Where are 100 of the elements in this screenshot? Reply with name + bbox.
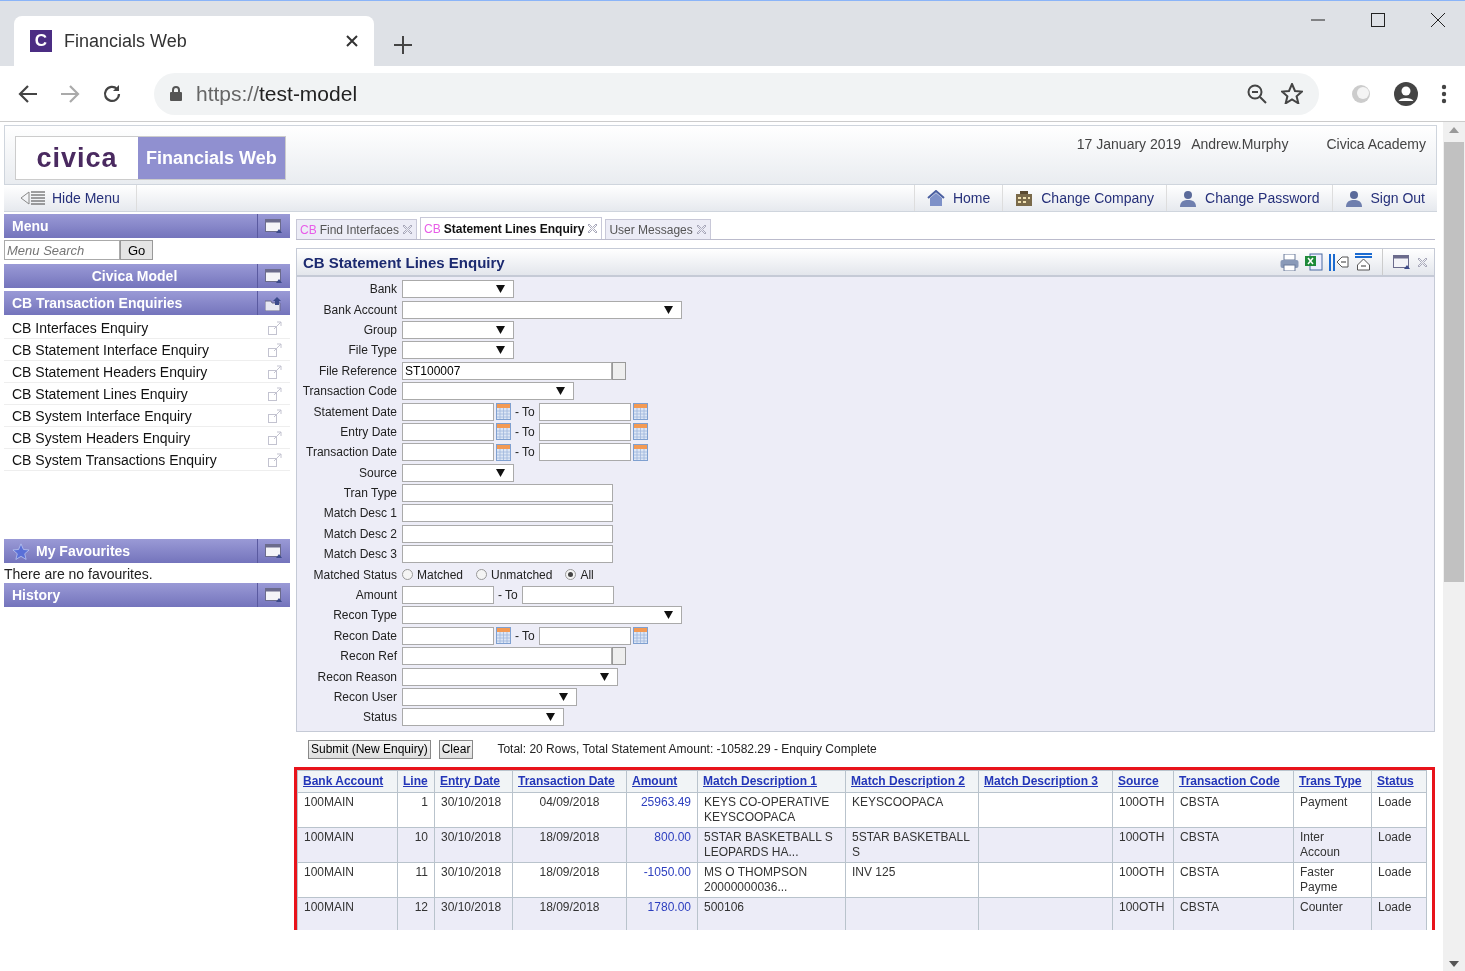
plus-icon[interactable] bbox=[394, 36, 412, 54]
text-field[interactable] bbox=[402, 524, 613, 543]
address-bar[interactable]: https://test-model bbox=[154, 72, 1319, 115]
menu-header: Menu bbox=[4, 214, 290, 238]
back-icon[interactable] bbox=[18, 84, 38, 103]
dropdown[interactable] bbox=[402, 300, 682, 319]
maximize-icon[interactable] bbox=[1371, 13, 1385, 27]
text-field[interactable] bbox=[402, 504, 613, 523]
radio-option[interactable]: Unmatched bbox=[476, 567, 553, 582]
text-field[interactable] bbox=[402, 545, 613, 564]
dropdown[interactable] bbox=[402, 667, 618, 686]
date-field[interactable] bbox=[402, 402, 494, 421]
calendar-icon[interactable] bbox=[632, 627, 648, 645]
nav-link[interactable]: Home bbox=[913, 185, 1003, 211]
hide-menu-button[interactable]: Hide Menu bbox=[4, 185, 137, 211]
reload-icon[interactable] bbox=[102, 83, 122, 104]
range-label: - To bbox=[515, 628, 535, 643]
calendar-icon[interactable] bbox=[496, 627, 511, 645]
text-field[interactable] bbox=[402, 647, 612, 666]
table-cell: 1 bbox=[397, 792, 435, 828]
dropdown-arrow-icon bbox=[496, 346, 505, 355]
clear-button[interactable]: Clear bbox=[438, 739, 474, 759]
table-cell: 100MAIN bbox=[297, 827, 398, 863]
table-cell: -1050.00 bbox=[626, 862, 698, 898]
range-label: - To bbox=[515, 424, 535, 439]
table-cell: Counter bbox=[1293, 897, 1372, 930]
printer-icon[interactable] bbox=[1280, 253, 1299, 271]
tab[interactable]: CB Statement Lines Enquiry bbox=[420, 217, 603, 239]
calendar-icon[interactable] bbox=[632, 443, 648, 461]
window-icon[interactable] bbox=[265, 218, 283, 234]
window-icon[interactable] bbox=[1393, 254, 1411, 270]
spreadsheet-icon[interactable] bbox=[1305, 253, 1323, 271]
calendar-icon[interactable] bbox=[496, 423, 511, 441]
calendar-icon[interactable] bbox=[632, 423, 648, 441]
date-field[interactable] bbox=[538, 402, 631, 421]
external-link-icon[interactable] bbox=[268, 342, 282, 357]
lookup-button[interactable] bbox=[612, 647, 626, 666]
submit-button[interactable]: Submit (New Enquiry) bbox=[308, 739, 431, 759]
dropdown[interactable] bbox=[402, 280, 514, 299]
nav-link[interactable]: Change Password bbox=[1166, 185, 1332, 211]
date-field[interactable] bbox=[402, 626, 494, 645]
date-field[interactable] bbox=[538, 443, 631, 462]
menu-icon[interactable] bbox=[1441, 83, 1447, 104]
radio-option[interactable]: All bbox=[565, 567, 594, 582]
range-label: - To bbox=[515, 404, 535, 419]
calendar-icon[interactable] bbox=[496, 403, 511, 421]
field-label: Entry Date bbox=[339, 424, 397, 439]
zoom-out-icon[interactable] bbox=[1247, 83, 1267, 104]
text-field[interactable]: ST100007 bbox=[402, 361, 612, 380]
table-cell: Loade bbox=[1371, 827, 1427, 863]
close-icon[interactable] bbox=[346, 35, 358, 47]
date-field[interactable] bbox=[538, 626, 631, 645]
dropdown[interactable] bbox=[402, 382, 574, 401]
field-label: Recon User bbox=[332, 690, 397, 704]
forward-icon[interactable] bbox=[60, 84, 80, 103]
dropdown[interactable] bbox=[402, 688, 577, 706]
external-link-icon[interactable] bbox=[268, 452, 282, 467]
dropdown[interactable] bbox=[402, 708, 564, 727]
field-label: Status bbox=[361, 710, 397, 725]
folder-icon[interactable] bbox=[265, 295, 283, 311]
date-field[interactable] bbox=[402, 443, 494, 462]
date-field[interactable] bbox=[402, 422, 494, 441]
window-icon[interactable] bbox=[265, 587, 283, 603]
external-link-icon[interactable] bbox=[268, 364, 282, 379]
dropdown[interactable] bbox=[402, 341, 514, 360]
window-icon[interactable] bbox=[265, 543, 283, 559]
menu-search-field[interactable]: Menu Search bbox=[4, 240, 120, 260]
table-cell: 04/09/2018 bbox=[512, 792, 627, 828]
go-button[interactable]: Go bbox=[120, 240, 154, 260]
external-link-icon[interactable] bbox=[268, 408, 282, 423]
dropdown[interactable] bbox=[402, 463, 514, 482]
table-cell: Inter Accoun bbox=[1293, 827, 1372, 863]
radio-option[interactable]: Matched bbox=[402, 567, 464, 582]
text-field[interactable] bbox=[402, 484, 613, 503]
external-link-icon[interactable] bbox=[268, 386, 282, 401]
browser-tab[interactable]: C Financials Web bbox=[14, 16, 374, 66]
field-label: Recon Type bbox=[332, 608, 397, 623]
external-link-icon[interactable] bbox=[268, 430, 282, 445]
dropdown[interactable] bbox=[402, 606, 682, 625]
nav-link[interactable]: Change Company bbox=[1002, 185, 1167, 211]
amount-field[interactable] bbox=[521, 586, 614, 605]
dropdown[interactable] bbox=[402, 320, 514, 339]
calendar-icon[interactable] bbox=[496, 443, 511, 461]
lookup-button[interactable] bbox=[612, 361, 626, 380]
close-icon[interactable] bbox=[1431, 13, 1445, 27]
table-cell: 100OTH bbox=[1112, 792, 1174, 828]
scroll-thumb[interactable] bbox=[1444, 142, 1464, 582]
amount-field[interactable] bbox=[402, 586, 494, 605]
extension-icon[interactable] bbox=[1351, 83, 1371, 104]
account-icon[interactable] bbox=[1393, 80, 1419, 107]
field-label: File Type bbox=[347, 343, 397, 358]
date-field[interactable] bbox=[538, 422, 631, 441]
star-icon[interactable] bbox=[1281, 83, 1303, 104]
nav-link[interactable]: Sign Out bbox=[1331, 185, 1437, 211]
columns-icon[interactable] bbox=[1329, 253, 1349, 271]
window-icon[interactable] bbox=[265, 268, 283, 284]
calendar-icon[interactable] bbox=[632, 403, 648, 421]
external-link-icon[interactable] bbox=[268, 320, 282, 335]
tab[interactable]: CB Find Interfaces bbox=[296, 219, 418, 239]
tab[interactable]: User Messages bbox=[605, 219, 711, 239]
